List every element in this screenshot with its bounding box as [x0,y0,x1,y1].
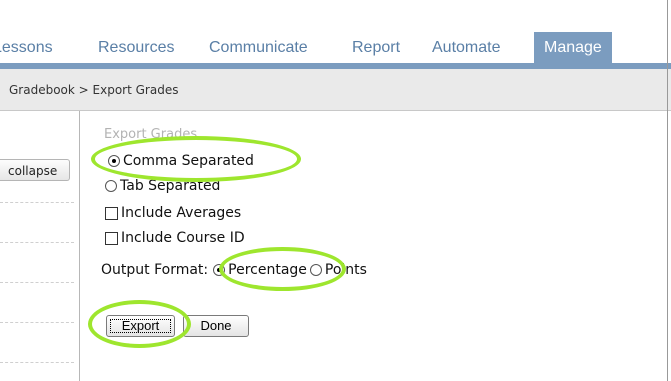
tab-communicate[interactable]: Communicate [209,32,308,63]
tab-lessons[interactable]: Lessons [0,32,53,63]
tab-report[interactable]: Report [352,32,400,63]
divider [0,322,74,323]
output-format-row: Output Format: Percentage Points [101,262,367,278]
breadcrumb: Gradebook > Export Grades [9,83,179,97]
include-course-id-option[interactable]: Include Course ID [105,230,245,246]
option-label: Percentage [228,262,307,278]
checkbox[interactable] [105,206,118,220]
radio-button[interactable] [105,180,117,192]
breadcrumb-bar: Gradebook > Export Grades [0,69,671,111]
radio-button-selected[interactable] [213,264,226,276]
option-label: Tab Separated [120,178,221,194]
divider [0,202,74,203]
include-averages-option[interactable]: Include Averages [105,205,241,221]
checkbox[interactable] [105,231,118,245]
app-window: Lessons Resources Communicate Report Aut… [0,0,671,381]
radio-button-selected[interactable] [108,155,120,167]
export-button[interactable]: Export [106,315,175,337]
tab-separated-option[interactable]: Tab Separated [105,178,220,194]
tab-manage[interactable]: Manage [534,32,612,63]
done-button[interactable]: Done [183,315,249,337]
radio-button[interactable] [309,264,322,276]
divider [0,362,74,363]
points-option[interactable]: Points [309,262,367,278]
option-label: Include Course ID [121,230,245,246]
tab-resources[interactable]: Resources [98,32,174,63]
left-panel: collapse [0,111,80,381]
tab-automate[interactable]: Automate [432,32,500,63]
option-label: Points [324,262,367,278]
option-label: Comma Separated [123,153,254,169]
collapse-button[interactable]: collapse [0,159,70,181]
frame-edge [667,0,668,381]
output-format-label: Output Format: [101,262,209,278]
percentage-option[interactable]: Percentage [213,262,307,278]
option-label: Include Averages [121,205,242,221]
divider [0,242,74,243]
top-navigation: Lessons Resources Communicate Report Aut… [0,32,671,63]
form-title: Export Grades [104,127,198,142]
focus-ring [110,319,171,333]
comma-separated-option[interactable]: Comma Separated [108,153,254,169]
divider [0,282,74,283]
collapse-label: collapse [8,164,58,178]
